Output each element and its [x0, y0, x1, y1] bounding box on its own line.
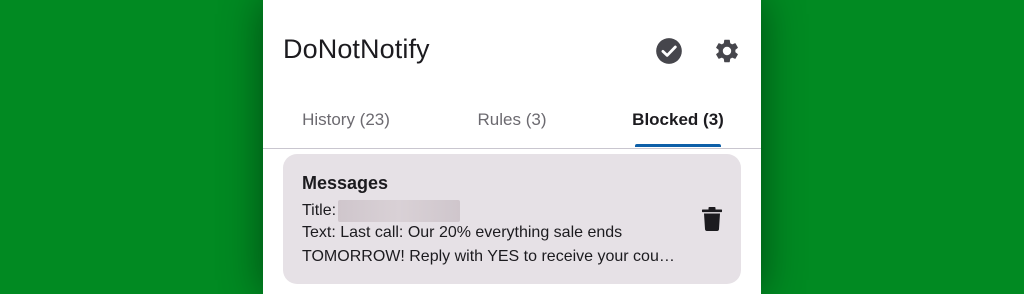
check-circle-button[interactable]: [655, 37, 683, 65]
notification-title-row: Title:: [302, 200, 461, 222]
app-window: DoNotNotify History (23) Rules (3) Block…: [263, 0, 761, 294]
redacted-title: [338, 200, 461, 222]
tab-history-label: History (23): [302, 110, 390, 129]
settings-button[interactable]: [713, 37, 741, 65]
check-circle-icon: [656, 38, 682, 64]
tab-blocked[interactable]: Blocked (3): [595, 96, 761, 148]
app-title: DoNotNotify: [283, 34, 430, 64]
notification-text-line-1: Text: Last call: Our 20% everything sale…: [302, 224, 623, 241]
active-tab-indicator: [635, 144, 721, 147]
gear-icon: [716, 39, 738, 63]
tab-blocked-label: Blocked (3): [632, 110, 724, 129]
tab-rules-label: Rules (3): [477, 110, 547, 129]
tab-rules[interactable]: Rules (3): [429, 96, 595, 148]
tab-history[interactable]: History (23): [263, 96, 429, 148]
notification-title-label: Title:: [302, 202, 337, 220]
delete-button[interactable]: [701, 207, 723, 231]
tab-bar: History (23) Rules (3) Blocked (3): [263, 96, 761, 149]
trash-icon: [702, 207, 722, 231]
notification-app-name: Messages: [302, 173, 389, 193]
notification-text-line-2: TOMORROW! Reply with YES to receive your…: [302, 248, 675, 265]
blocked-notification-card[interactable]: Messages Title: Text: Last call: Our 20%…: [283, 154, 741, 284]
